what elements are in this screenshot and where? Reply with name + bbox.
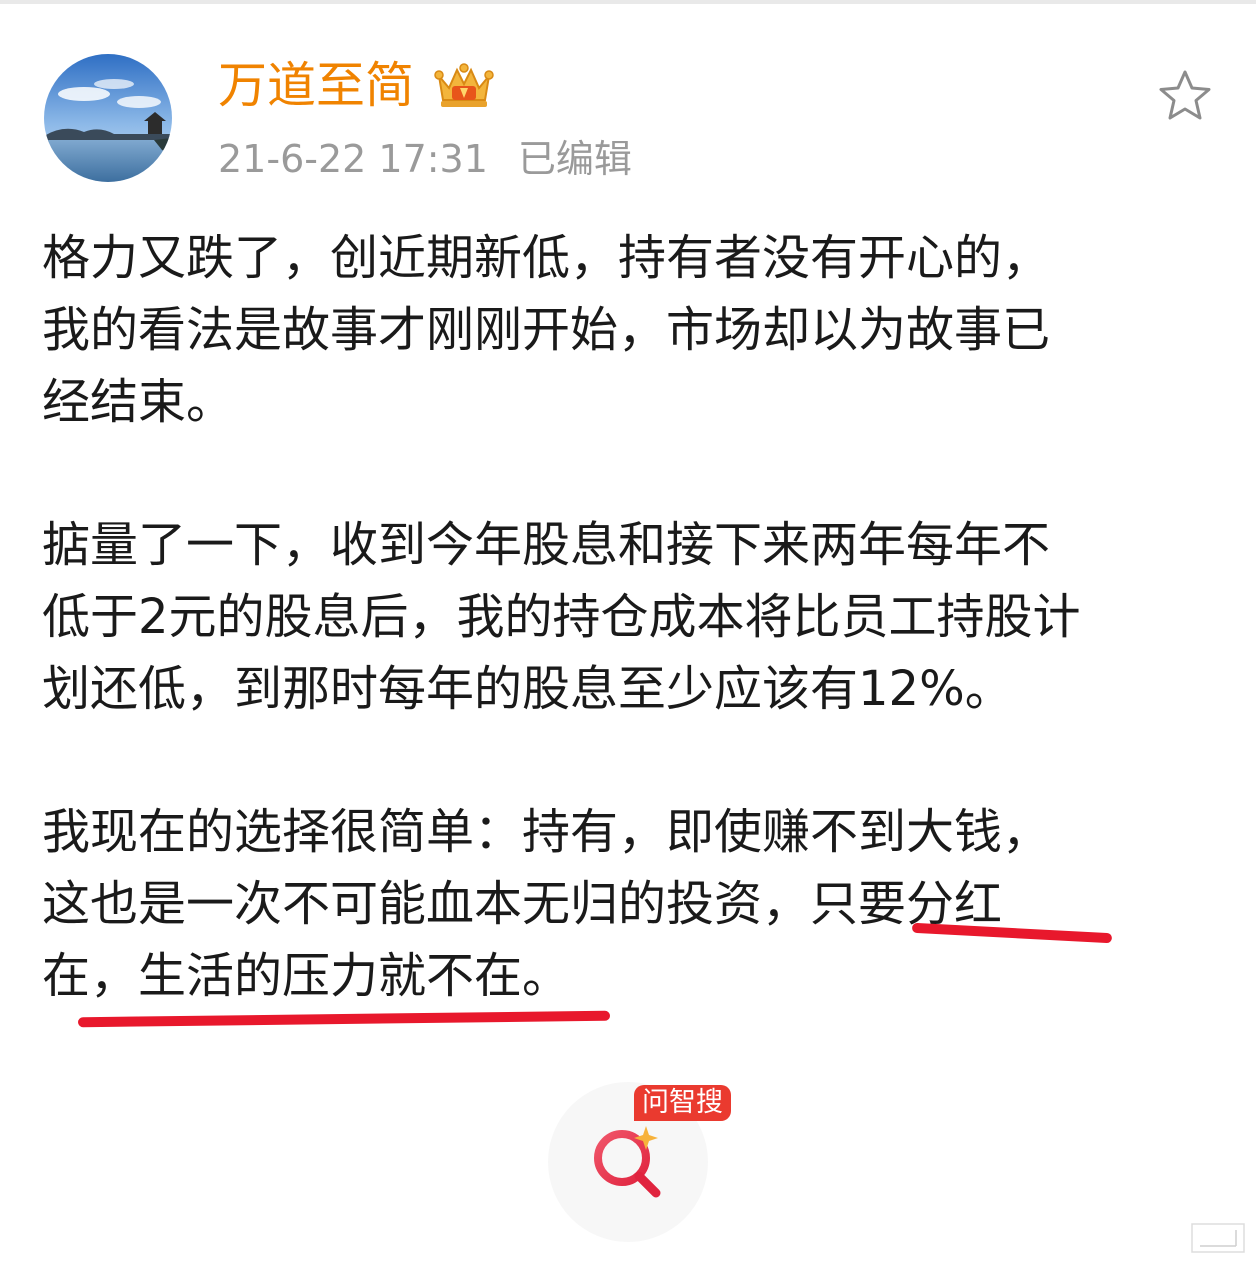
crown-icon [433,60,495,110]
post-timestamp: 21-6-22 17:31 [218,137,488,181]
highlight-underline [77,1010,611,1028]
edited-label[interactable]: 已编辑 [518,137,632,181]
ai-search-icon[interactable] [590,1122,670,1202]
post-line: 格力又跌了，创近期新低，持有者没有开心的， [42,230,1051,286]
post-text: 格力又跌了，创近期新低，持有者没有开心的， 我的看法是故事才刚刚开始，市场却以为… [42,222,1222,1012]
post-line: 我的看法是故事才刚刚开始，市场却以为故事已 [42,302,1051,358]
avatar[interactable] [44,54,172,182]
post-line: 在，生活的压力就不在。 [42,948,571,1004]
post-line: 掂量了一下，收到今年股息和接下来两年每年不 [42,517,1051,573]
post-line: 低于2元的股息后，我的持仓成本将比员工持股计 [42,589,1081,645]
star-icon[interactable] [1156,68,1214,124]
post-line: 划还低，到那时每年的股息至少应该有12%。 [42,661,1013,717]
post-line: 经结束。 [42,374,235,430]
ai-search-badge[interactable]: 问智搜 [634,1085,731,1121]
post-line: 我现在的选择很简单：持有，即使赚不到大钱， [42,804,1051,860]
top-divider [0,0,1256,4]
avatar-lake-image [44,54,172,182]
corner-handle-icon [1190,1222,1246,1254]
post-meta: 21-6-22 17:31 已编辑 [218,136,632,182]
weibo-post-page: 万道至简 21-6-22 17:31 已编辑 格力又跌了，创近期新低，持有者没有开… [0,0,1256,1269]
username[interactable]: 万道至简 [218,56,414,116]
